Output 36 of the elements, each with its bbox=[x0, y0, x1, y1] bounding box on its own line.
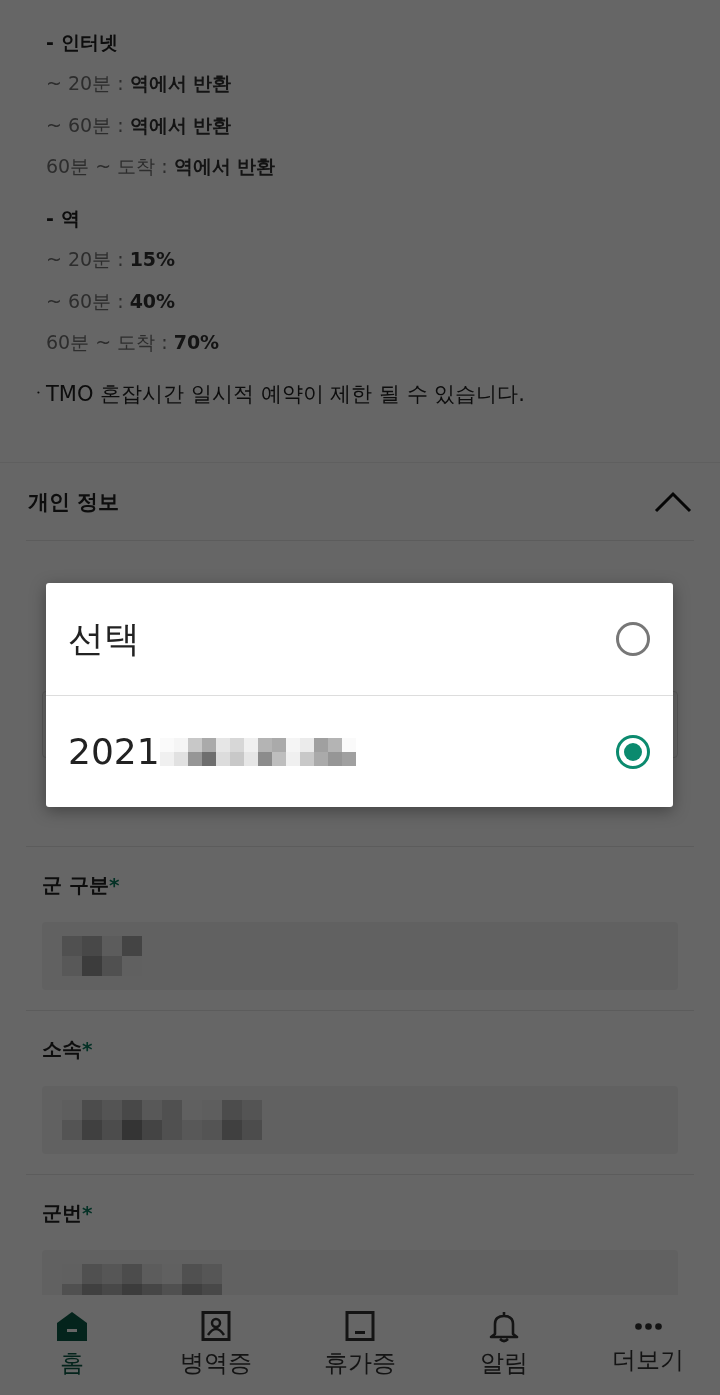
info-line: ~ 20분 : 15% bbox=[46, 247, 177, 272]
radio-button[interactable] bbox=[615, 621, 651, 657]
option-row[interactable]: 선택 bbox=[46, 583, 673, 695]
input-field[interactable] bbox=[42, 922, 678, 990]
required-mark: * bbox=[82, 1037, 93, 1061]
info-line: ~ 20분 : 역에서 반환 bbox=[46, 71, 233, 96]
card-icon bbox=[343, 1311, 377, 1343]
section-header[interactable]: 개인 정보 bbox=[26, 463, 694, 541]
info-line: ~ 60분 : 역에서 반환 bbox=[46, 112, 233, 138]
required-mark: * bbox=[108, 873, 120, 897]
info-line: 60분 ~ 도착 : 70% bbox=[46, 330, 221, 355]
input-field[interactable] bbox=[42, 1086, 678, 1154]
section-title: 개인 정보 bbox=[28, 488, 120, 516]
bullet: ㆍ bbox=[28, 381, 42, 408]
required-mark: * bbox=[82, 1201, 93, 1225]
nav-tab[interactable]: 알림 bbox=[432, 1295, 576, 1395]
info-line: ~ 60분 : 40% bbox=[46, 288, 177, 314]
group-heading: - 인터넷 bbox=[46, 30, 119, 55]
note-text: TMO 혼잡시간 일시적 예약이 제한 될 수 있습니다. bbox=[46, 381, 525, 408]
field-label: 군 구분 bbox=[42, 871, 109, 899]
group-heading: - 역 bbox=[46, 206, 81, 231]
radio-button[interactable] bbox=[615, 733, 651, 770]
nav-tab[interactable]: 휴가증 bbox=[288, 1295, 432, 1395]
bell-icon bbox=[487, 1311, 521, 1343]
nav-tab[interactable]: 병역증 bbox=[144, 1295, 288, 1395]
nav-tab[interactable]: 더보기 bbox=[576, 1295, 720, 1395]
home-icon bbox=[55, 1311, 89, 1343]
option-row[interactable]: 2021 bbox=[46, 695, 673, 807]
id-card-icon bbox=[199, 1311, 233, 1343]
field-label: 소속 bbox=[42, 1035, 82, 1063]
more-icon bbox=[634, 1323, 662, 1330]
info-line: 60분 ~ 도착 : 역에서 반환 bbox=[46, 154, 277, 179]
option-label: 선택 bbox=[68, 616, 140, 661]
field-label: 군번 bbox=[42, 1199, 82, 1227]
option-label: 2021 bbox=[68, 731, 160, 772]
nav-tab[interactable]: 홈 bbox=[0, 1295, 144, 1395]
